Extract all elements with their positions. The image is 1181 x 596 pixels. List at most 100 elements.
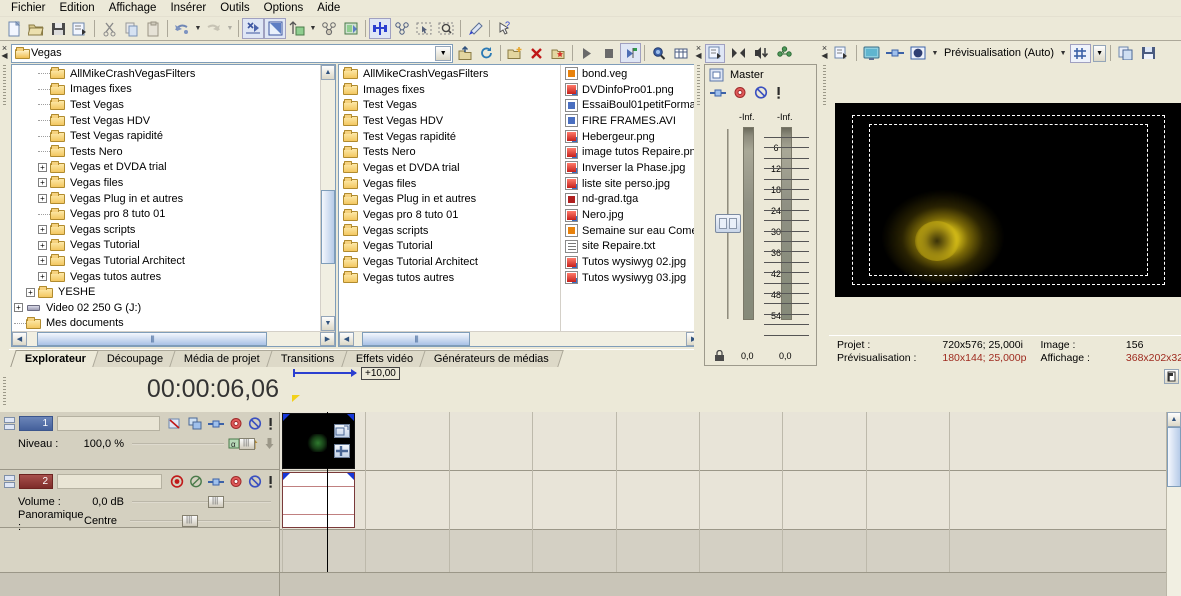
file-list-pane[interactable]: AllMikeCrashVegasFilters Images fixes Test…	[338, 64, 703, 347]
undo-dropdown-arrow[interactable]: ▼	[193, 18, 203, 39]
folder-list-item[interactable]: Vegas pro 8 tuto 01	[339, 207, 560, 223]
automation-settings-icon[interactable]	[229, 475, 243, 488]
external-monitor-icon[interactable]	[861, 44, 882, 63]
refresh-icon[interactable]	[476, 43, 497, 63]
insert-assignable-fx-icon[interactable]	[774, 44, 794, 63]
start-preview-icon[interactable]	[576, 43, 597, 63]
folder-list-item[interactable]: Vegas tutos autres	[339, 270, 560, 286]
volume-fader[interactable]	[715, 214, 741, 233]
delete-icon[interactable]	[526, 43, 547, 63]
add-favorite-icon[interactable]	[548, 43, 569, 63]
file-list-item[interactable]: Semaine sur eau Comer	[561, 223, 701, 239]
explorer-panel-grip[interactable]: × ◀	[0, 42, 9, 367]
drag-handle[interactable]	[3, 65, 6, 105]
folder-list-item[interactable]: Vegas Tutorial Architect	[339, 254, 560, 270]
new-folder-icon[interactable]	[504, 43, 525, 63]
cut-icon[interactable]	[98, 18, 120, 39]
clip-corner-handle[interactable]	[283, 414, 290, 421]
mixer-properties-icon[interactable]	[705, 43, 725, 63]
tree-item[interactable]: Mes documents	[12, 316, 319, 332]
tree-item[interactable]: Tests Nero	[12, 144, 319, 160]
split-screen-icon[interactable]	[884, 44, 905, 63]
menu-item-options[interactable]: Options	[257, 0, 311, 16]
envelope-edit-tool-icon[interactable]	[391, 18, 413, 39]
new-project-icon[interactable]	[3, 18, 25, 39]
master-bus-icon[interactable]	[709, 68, 725, 82]
save-snapshot-icon[interactable]	[1138, 44, 1159, 63]
file-list-item[interactable]: nd-grad.tga	[561, 192, 701, 208]
clip-corner-handle[interactable]	[347, 414, 354, 421]
collapse-icon[interactable]: ◀	[821, 52, 827, 60]
tab-transitions[interactable]: Transitions	[266, 350, 350, 367]
overlay-icon[interactable]	[907, 44, 928, 63]
track-volume-slider[interactable]	[132, 495, 271, 508]
tab-explorateur[interactable]: Explorateur	[10, 350, 101, 367]
tree-item[interactable]: + Video 02 250 G (J:)	[12, 300, 319, 316]
file-list-item[interactable]: Tutos wysiwyg 02.jpg	[561, 254, 701, 270]
expand-icon[interactable]: +	[26, 287, 35, 297]
scroll-up-arrow[interactable]: ▲	[1167, 412, 1181, 427]
collapse-icon[interactable]: ◀	[1, 52, 7, 60]
open-project-icon[interactable]	[25, 18, 47, 39]
track-header-audio-2[interactable]: 2 Volume: 0,0 dB ||| Panoramique: Cent…	[0, 470, 279, 533]
file-list-item[interactable]: image tutos Repaire.pn	[561, 144, 701, 160]
folder-list-item[interactable]: Test Vegas HDV	[339, 113, 560, 129]
folder-column[interactable]: AllMikeCrashVegasFilters Images fixes Test…	[339, 65, 561, 346]
menu-item-fichier[interactable]: Fichier	[4, 0, 53, 16]
automation-settings-icon[interactable]	[229, 417, 243, 430]
timeline-track-audio[interactable]	[280, 471, 1181, 529]
chevron-down-icon[interactable]: ▼	[435, 45, 452, 61]
whats-this-icon[interactable]: ?	[493, 18, 515, 39]
file-list-item[interactable]: EssaiBoul01petitFormat	[561, 97, 701, 113]
scroll-up-arrow[interactable]: ▲	[321, 65, 335, 80]
insert-bus-icon[interactable]	[728, 44, 748, 63]
track-minimize-buttons[interactable]	[4, 475, 15, 488]
file-list-item[interactable]: Inverser la Phase.jpg	[561, 160, 701, 176]
tree-vertical-scrollbar[interactable]: ▲ ▼	[320, 65, 335, 331]
overlay-dropdown-arrow[interactable]: ▼	[930, 43, 940, 64]
expand-icon[interactable]: +	[14, 303, 23, 313]
track-number-2[interactable]: 2	[19, 474, 53, 489]
preview-quality-label[interactable]: Prévisualisation (Auto)	[942, 47, 1056, 59]
tab-effets-video[interactable]: Effets vidéo	[340, 350, 428, 367]
paint-tool-icon[interactable]	[464, 18, 486, 39]
scroll-left-arrow[interactable]: ◀	[339, 332, 354, 346]
folder-list-item[interactable]: Vegas Tutorial	[339, 239, 560, 255]
selection-edit-tool-icon[interactable]	[413, 18, 435, 39]
drag-handle[interactable]	[823, 65, 826, 105]
track-motion-icon[interactable]	[188, 417, 203, 430]
track-fx-icon[interactable]	[168, 417, 183, 430]
solo-icon[interactable]	[267, 475, 275, 488]
quality-dropdown-arrow[interactable]: ▼	[1058, 43, 1068, 64]
scroll-left-arrow[interactable]: ◀	[12, 332, 27, 346]
automation-settings-icon[interactable]	[318, 18, 340, 39]
audio-event-clip[interactable]	[282, 472, 355, 528]
track-name-input-1[interactable]	[57, 416, 160, 431]
tree-item[interactable]: Vegas pro 8 tuto 01	[12, 206, 319, 222]
invert-phase-icon[interactable]	[189, 475, 203, 488]
folder-list-item[interactable]: Vegas files	[339, 176, 560, 192]
bus-tracks-icon[interactable]	[340, 18, 362, 39]
tree-item[interactable]: + Vegas Plug in et autres	[12, 191, 319, 207]
tree-item[interactable]: Images fixes	[12, 82, 319, 98]
timeline-panel-grip[interactable]	[0, 367, 9, 412]
menu-item-aide[interactable]: Aide	[310, 0, 347, 16]
up-one-level-icon[interactable]	[454, 43, 475, 63]
mixer-panel-grip[interactable]: × ◀	[694, 42, 703, 367]
lock-icon[interactable]	[714, 350, 725, 362]
tree-horizontal-scrollbar[interactable]: ◀ |||| ▶	[12, 331, 335, 346]
address-combobox[interactable]: Vegas ▼	[11, 43, 454, 63]
timeline-track-video[interactable]	[280, 412, 1181, 470]
list-horizontal-scrollbar[interactable]: ◀ |||| ▶	[339, 331, 702, 346]
track-minimize-buttons[interactable]	[4, 417, 15, 430]
down-arrow-icon[interactable]	[264, 437, 275, 450]
file-list-item[interactable]: bond.veg	[561, 66, 701, 82]
track-pan-slider[interactable]	[130, 514, 271, 527]
tree-item[interactable]: + Vegas Tutorial	[12, 238, 319, 254]
project-properties-icon[interactable]	[69, 18, 91, 39]
slider-knob[interactable]	[208, 495, 224, 508]
tree-item[interactable]: + YESHE	[12, 284, 319, 300]
preview-screen[interactable]	[834, 102, 1181, 297]
solo-icon[interactable]	[267, 417, 275, 430]
overlay-grid-icon[interactable]	[1070, 43, 1092, 63]
